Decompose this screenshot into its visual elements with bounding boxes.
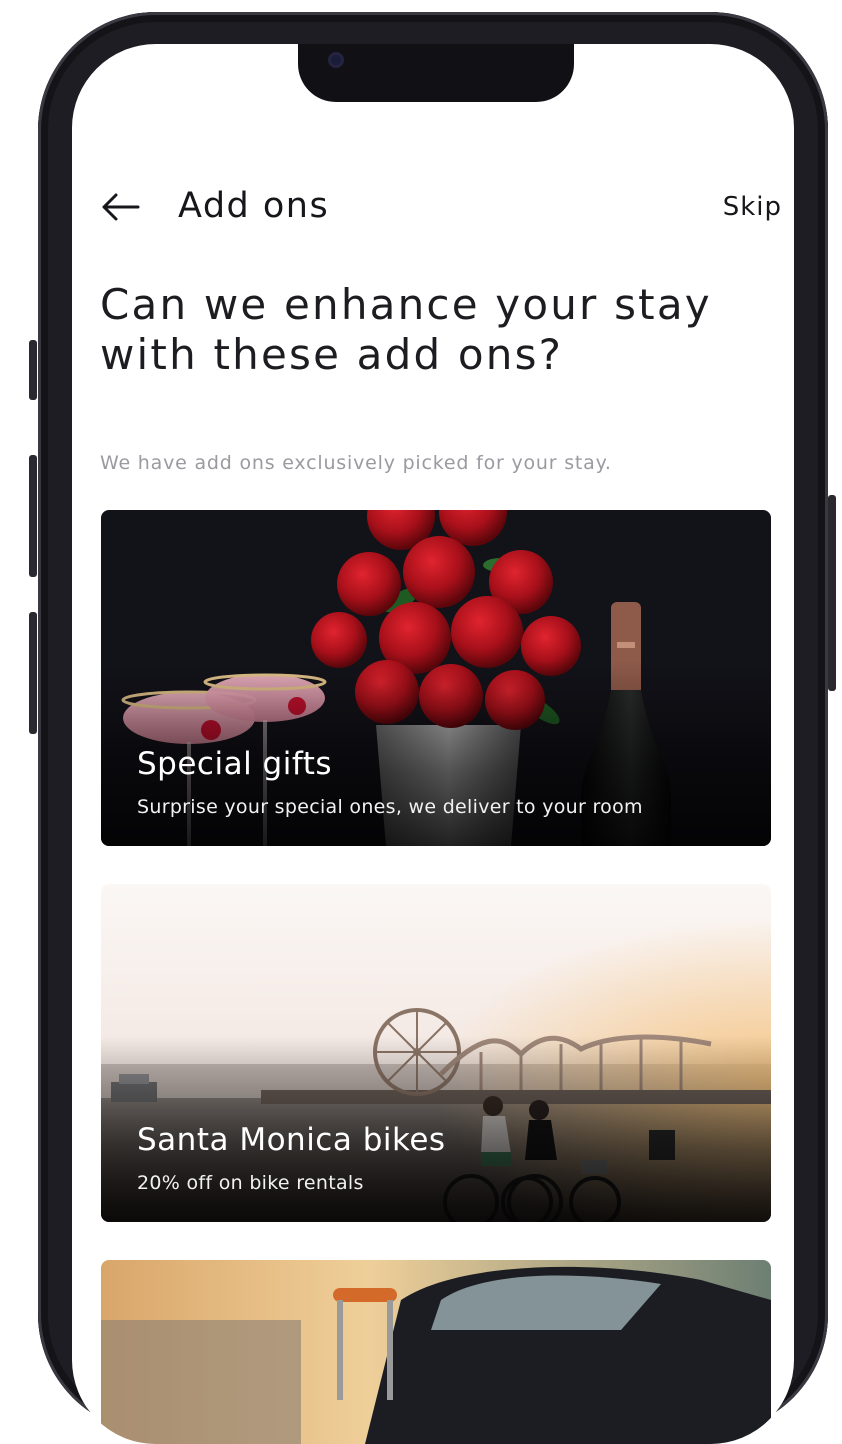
app-header: Add ons Skip [72,184,794,234]
phone-mute-switch [29,340,37,400]
phone-screen: Add ons Skip Can we enhance your stay wi… [72,44,794,1444]
page-title: Add ons [178,186,330,226]
card-subtitle: Surprise your special ones, we deliver t… [137,796,643,818]
card-subtitle: 20% off on bike rentals [137,1172,364,1194]
phone-volume-down-button [29,612,37,734]
arrow-left-icon[interactable] [100,192,140,222]
headline-line-1: Can we enhance your stay [100,280,712,329]
addon-card-special-gifts[interactable]: Special gifts Surprise your special ones… [101,510,771,846]
card-title: Santa Monica bikes [137,1122,446,1158]
notch [298,44,574,102]
phone-volume-up-button [29,455,37,577]
front-camera-icon [328,52,344,68]
card-title: Special gifts [137,746,333,782]
phone-power-button [828,495,836,691]
headline-line-2: with these add ons? [100,330,564,379]
headline: Can we enhance your stay with these add … [100,280,780,380]
skip-button[interactable]: Skip [723,192,782,222]
subtext: We have add ons exclusively picked for y… [100,452,612,474]
addon-card-transport[interactable] [101,1260,771,1444]
transport-image [101,1260,771,1444]
addon-card-santa-monica-bikes[interactable]: Santa Monica bikes 20% off on bike renta… [101,884,771,1222]
